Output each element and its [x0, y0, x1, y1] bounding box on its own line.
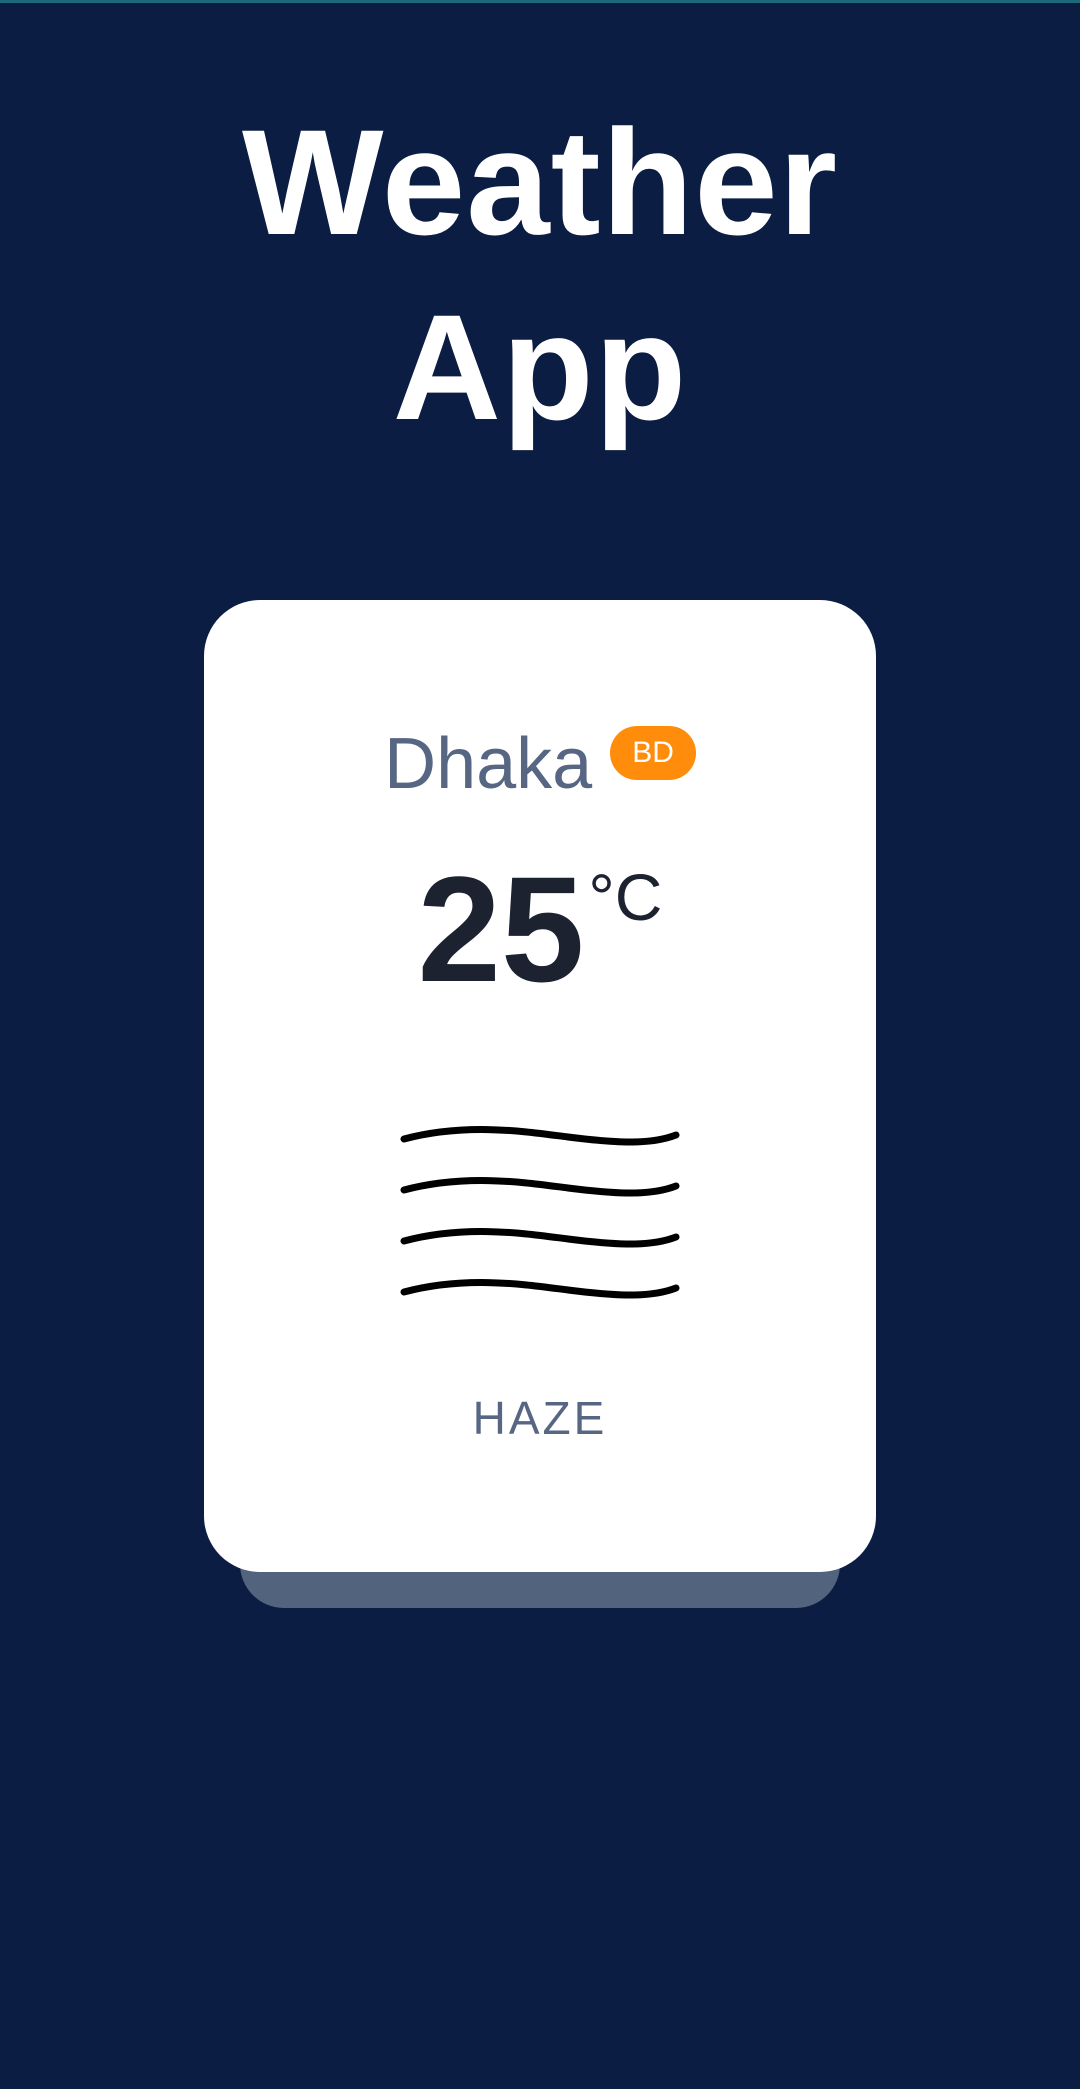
country-badge: BD [610, 726, 696, 780]
weather-card: Dhaka BD 25°C HAZE [204, 600, 876, 1572]
haze-icon [400, 1126, 680, 1299]
page-title-line-2: App [392, 283, 688, 451]
weather-condition: HAZE [472, 1392, 608, 1444]
page-title: Weather App [0, 90, 1080, 460]
city-name: Dhaka [384, 724, 593, 804]
status-divider [0, 0, 1080, 3]
temperature-value: 25 [417, 845, 585, 1013]
location: Dhaka BD [204, 722, 876, 806]
temperature: 25°C [204, 854, 876, 1004]
page-title-line-1: Weather [241, 98, 839, 266]
temperature-unit: °C [588, 860, 663, 934]
